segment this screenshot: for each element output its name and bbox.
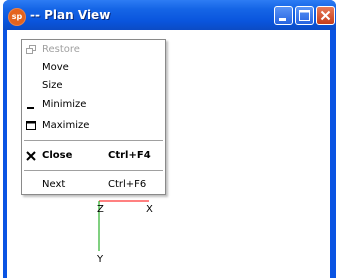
minimize-button[interactable] [274, 6, 293, 25]
menu-item-label: Maximize [42, 120, 90, 131]
maximize-icon [26, 121, 36, 130]
app-logo-icon[interactable]: sp [8, 8, 26, 26]
menu-item-size[interactable]: Size [22, 77, 165, 95]
x-axis-label: X [146, 204, 153, 215]
menu-item-minimize[interactable]: Minimize [22, 96, 165, 114]
menu-item-label: Next [42, 179, 66, 190]
menu-item-label: Minimize [42, 99, 87, 110]
system-menu: Restore Move Size Minimize Maximize Clos… [21, 39, 166, 195]
close-icon [26, 151, 36, 161]
z-axis-label: Z [97, 204, 104, 215]
title-bar[interactable]: sp -- Plan View [3, 0, 336, 30]
menu-item-close[interactable]: Close Ctrl+F4 [22, 147, 165, 165]
menu-separator [24, 170, 163, 171]
menu-item-restore[interactable]: Restore [22, 41, 165, 59]
menu-item-label: Move [42, 62, 69, 73]
y-axis-label: Y [96, 254, 104, 265]
menu-item-shortcut: Ctrl+F6 [108, 179, 147, 190]
menu-item-label: Restore [42, 44, 80, 55]
maximize-button[interactable] [295, 6, 314, 25]
minimize-icon [27, 107, 34, 109]
close-icon [320, 10, 331, 21]
minimize-icon [279, 18, 286, 21]
menu-separator [24, 140, 163, 141]
close-button[interactable] [316, 6, 335, 25]
window-title: -- Plan View [30, 8, 111, 22]
menu-item-move[interactable]: Move [22, 59, 165, 77]
restore-icon [26, 45, 36, 54]
menu-item-label: Close [42, 150, 73, 161]
menu-item-label: Size [42, 80, 63, 91]
menu-item-next[interactable]: Next Ctrl+F6 [22, 176, 165, 194]
maximize-icon [299, 10, 310, 21]
menu-item-shortcut: Ctrl+F4 [108, 150, 151, 161]
menu-item-maximize[interactable]: Maximize [22, 117, 165, 135]
